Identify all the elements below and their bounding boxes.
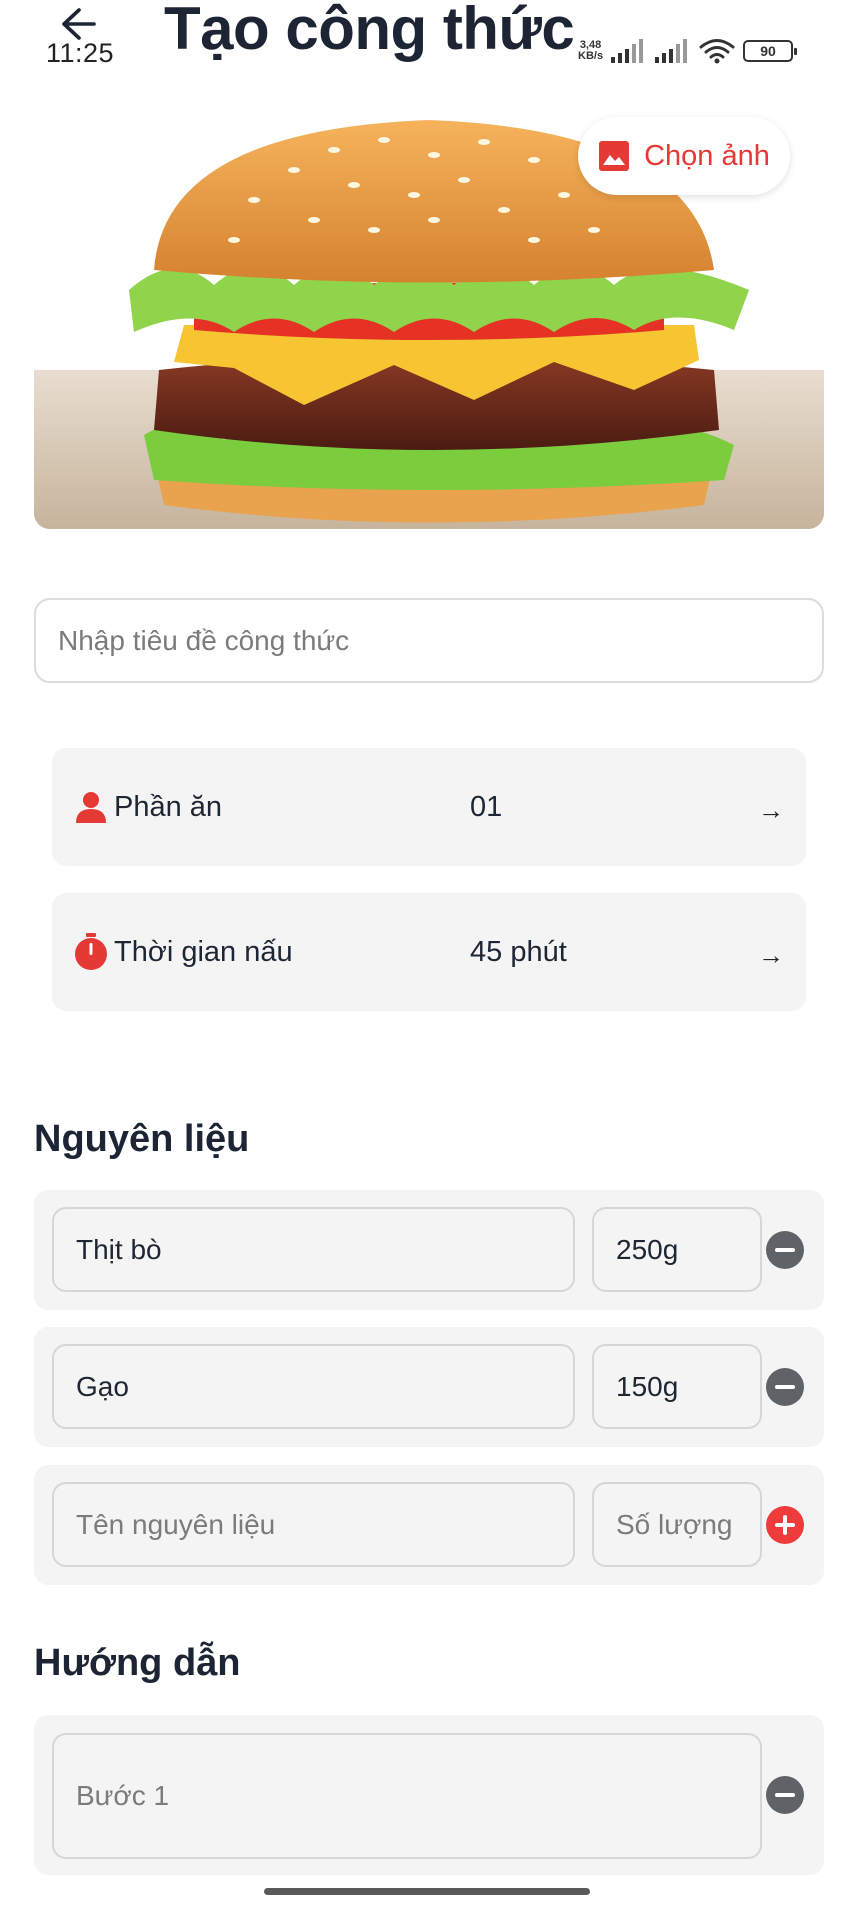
step-row <box>34 1715 824 1875</box>
timer-icon <box>75 933 107 970</box>
image-icon <box>599 141 630 171</box>
status-icons: 3,48 KB/s 90 <box>578 36 798 66</box>
ingredient-quantity-input[interactable] <box>592 1207 762 1292</box>
minus-circle-icon <box>775 1385 795 1389</box>
ingredient-name-input[interactable] <box>52 1344 575 1429</box>
ingredients-heading: Nguyên liệu <box>34 1118 250 1160</box>
wifi-icon <box>699 39 735 64</box>
home-indicator[interactable] <box>264 1888 590 1895</box>
remove-ingredient-button[interactable] <box>766 1231 804 1269</box>
signal-icon <box>611 39 644 63</box>
remove-step-button[interactable] <box>766 1776 804 1814</box>
choose-photo-label: Chọn ảnh <box>644 139 770 172</box>
ingredient-quantity-input[interactable] <box>592 1344 762 1429</box>
ingredient-row <box>34 1190 824 1310</box>
signal-icon <box>655 39 688 63</box>
ingredient-row <box>34 1327 824 1447</box>
servings-row[interactable]: Phần ăn 01 → <box>52 748 806 866</box>
network-speed: 3,48 KB/s <box>578 40 603 62</box>
recipe-title-input[interactable] <box>34 598 824 683</box>
new-ingredient-quantity-input[interactable] <box>592 1482 762 1567</box>
minus-circle-icon <box>775 1793 795 1797</box>
person-icon <box>76 792 106 823</box>
add-ingredient-button[interactable] <box>766 1506 804 1544</box>
instructions-heading: Hướng dẫn <box>34 1642 241 1684</box>
plus-circle-icon <box>766 1506 804 1544</box>
ingredient-name-input[interactable] <box>52 1207 575 1292</box>
page-title: Tạo công thức <box>164 0 575 62</box>
servings-arrow-icon: → <box>758 794 784 825</box>
battery-indicator: 90 <box>743 40 798 62</box>
cook-time-row[interactable]: Thời gian nấu 45 phút → <box>52 893 806 1011</box>
remove-ingredient-button[interactable] <box>766 1368 804 1406</box>
new-ingredient-row <box>34 1465 824 1585</box>
servings-label: Phần ăn <box>114 790 223 823</box>
step-input[interactable] <box>52 1733 762 1859</box>
status-time: 11:25 <box>46 38 115 68</box>
arrow-left-icon <box>62 8 96 40</box>
minus-circle-icon <box>775 1248 795 1252</box>
choose-photo-button[interactable]: Chọn ảnh <box>578 117 790 195</box>
cook-time-value: 45 phút <box>470 935 567 968</box>
cook-time-arrow-icon: → <box>758 939 784 970</box>
new-ingredient-name-input[interactable] <box>52 1482 575 1567</box>
servings-value: 01 <box>470 790 503 823</box>
cook-time-label: Thời gian nấu <box>114 935 293 968</box>
network-speed-unit: KB/s <box>578 50 604 62</box>
